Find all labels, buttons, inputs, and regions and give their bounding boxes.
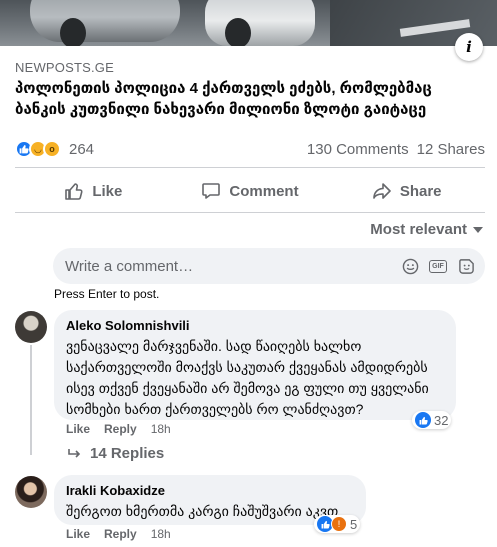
wheel-shape [60,18,86,46]
comment-timestamp[interactable]: 18h [151,422,171,436]
comment-label: Comment [229,182,299,200]
thumbs-up-icon [65,183,83,200]
link-headline[interactable]: პოლონეთის პოლიცია 4 ქართველს ეძებს, რომლ… [15,78,485,120]
comments-count-link[interactable]: 130 Comments [307,141,409,158]
comment-reaction-count: 32 [434,412,449,428]
view-replies-button[interactable]: 14 Replies [68,445,164,462]
wheel-shape [225,18,251,46]
avatar[interactable] [15,476,47,508]
comment-text: შერგოთ ხმერთმა კარგი ჩაშუშვარი აკვთ [66,503,339,519]
sticker-icon[interactable] [457,257,475,275]
like-label: Like [92,182,123,200]
comment-reply-link[interactable]: Reply [104,422,137,436]
like-button[interactable]: Like [15,173,172,209]
comment-reaction-count: 5 [350,516,358,532]
caret-down-icon [473,226,483,233]
shares-count-link[interactable]: 12 Shares [417,141,485,158]
composer-hint: Press Enter to post. [54,287,160,301]
comment-input[interactable]: Write a comment… GIF [53,248,485,284]
car-shape [205,0,315,46]
comment-bubble: Aleko Solomnishvili ვენაცვალე მარჯვენაში… [54,310,456,420]
comment-meta: Like Reply 18h [66,527,171,541]
comment-author[interactable]: Aleko Solomnishvili [66,318,444,333]
comment-sort-dropdown[interactable]: Most relevant [370,221,483,238]
comment-author[interactable]: Irakli Kobaxidze [66,483,354,498]
comment-reactions[interactable]: ! 5 [314,515,361,533]
post-actions: Like Comment Share [15,173,485,209]
comment-like-link[interactable]: Like [66,422,90,436]
like-icon [415,412,431,428]
share-arrow-icon [373,183,391,199]
comment-like-link[interactable]: Like [66,527,90,541]
comment-timestamp[interactable]: 18h [151,527,171,541]
post-link-image[interactable] [0,0,497,46]
wow-icon: o [43,140,61,158]
comment-button[interactable]: Comment [172,173,329,209]
sort-label: Most relevant [370,221,467,238]
share-button[interactable]: Share [328,173,485,209]
info-icon[interactable]: i [455,33,483,61]
comment-reply-link[interactable]: Reply [104,527,137,541]
reaction-count: 264 [69,140,95,158]
comment-meta: Like Reply 18h [66,422,171,436]
comment-icon [202,183,221,199]
divider [15,167,485,168]
car-shape [30,0,180,42]
emoji-icon[interactable] [401,257,419,275]
comment-text: ვენაცვალე მარჯვენაში. სად წაიღებს ხალხო … [66,338,429,417]
replies-count: 14 Replies [90,445,165,462]
reply-arrow-icon [68,448,81,458]
reaction-summary[interactable]: ◡ o 264 [15,140,94,158]
share-label: Share [399,182,442,200]
avatar[interactable] [15,311,47,343]
comment-reactions[interactable]: 32 [412,411,452,429]
link-source[interactable]: NEWPOSTS.GE [15,60,114,75]
post-stats: ◡ o 264 130 Comments 12 Shares [15,138,485,160]
angry-icon: ! [331,516,347,532]
gif-icon[interactable]: GIF [429,259,447,273]
divider [15,212,485,213]
comment-placeholder: Write a comment… [65,257,194,275]
reply-thread-line [30,345,32,455]
